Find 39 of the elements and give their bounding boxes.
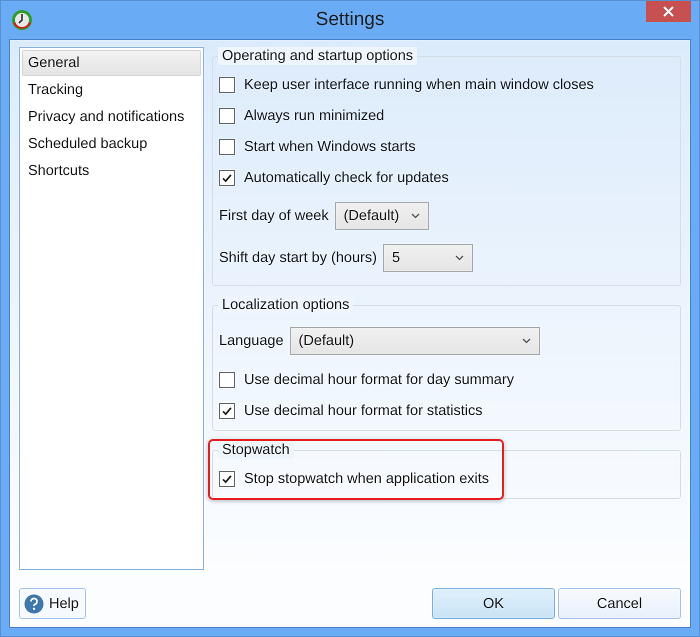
checkbox-label: Stop stopwatch when application exits xyxy=(244,470,490,486)
field-label: Language xyxy=(219,333,284,349)
group-title: Operating and startup options xyxy=(218,47,418,65)
dropdown[interactable]: (Default) xyxy=(334,202,430,230)
sidebar-item[interactable]: General xyxy=(22,50,201,76)
checkbox[interactable] xyxy=(219,170,235,186)
checkbox[interactable] xyxy=(219,402,235,418)
dropdown[interactable]: 5 xyxy=(382,244,473,272)
checkbox[interactable] xyxy=(219,108,235,124)
checkbox-label: Use decimal hour format for statistics xyxy=(244,402,483,418)
checkbox-label: Use decimal hour format for day summary xyxy=(244,372,514,388)
dialog-button[interactable]: OK xyxy=(432,588,555,619)
checkbox-label: Automatically check for updates xyxy=(244,170,449,186)
sidebar-item[interactable]: Tracking xyxy=(22,77,201,103)
window-title: Settings xyxy=(316,9,384,31)
help-icon xyxy=(24,594,44,614)
group-title: Stopwatch xyxy=(218,441,294,459)
group-title: Localization options xyxy=(218,296,354,314)
checkbox[interactable] xyxy=(219,138,235,154)
sidebar-item[interactable]: Shortcuts xyxy=(22,158,201,184)
checkbox-label: Always run minimized xyxy=(244,108,384,124)
help-button[interactable]: Help xyxy=(19,588,86,619)
chevron-icon xyxy=(411,213,420,219)
close-icon xyxy=(663,6,674,17)
close-button[interactable] xyxy=(646,1,691,22)
chevron-icon xyxy=(522,338,531,344)
dialog-button[interactable]: Cancel xyxy=(558,588,681,619)
checkbox-label: Start when Windows starts xyxy=(244,138,416,154)
stopwatch-icon xyxy=(11,9,33,31)
checkbox[interactable] xyxy=(219,372,235,388)
checkbox[interactable] xyxy=(219,76,235,92)
field-label: First day of week xyxy=(219,208,329,224)
field-label: Shift day start by (hours) xyxy=(219,250,377,266)
dropdown[interactable]: (Default) xyxy=(290,327,540,355)
checkbox-label: Keep user interface running when main window closes xyxy=(244,76,594,92)
checkbox[interactable] xyxy=(219,470,235,486)
sidebar-item[interactable]: Scheduled backup xyxy=(22,131,201,157)
sidebar-item[interactable]: Privacy and notifications xyxy=(22,104,201,130)
chevron-icon xyxy=(454,255,464,261)
